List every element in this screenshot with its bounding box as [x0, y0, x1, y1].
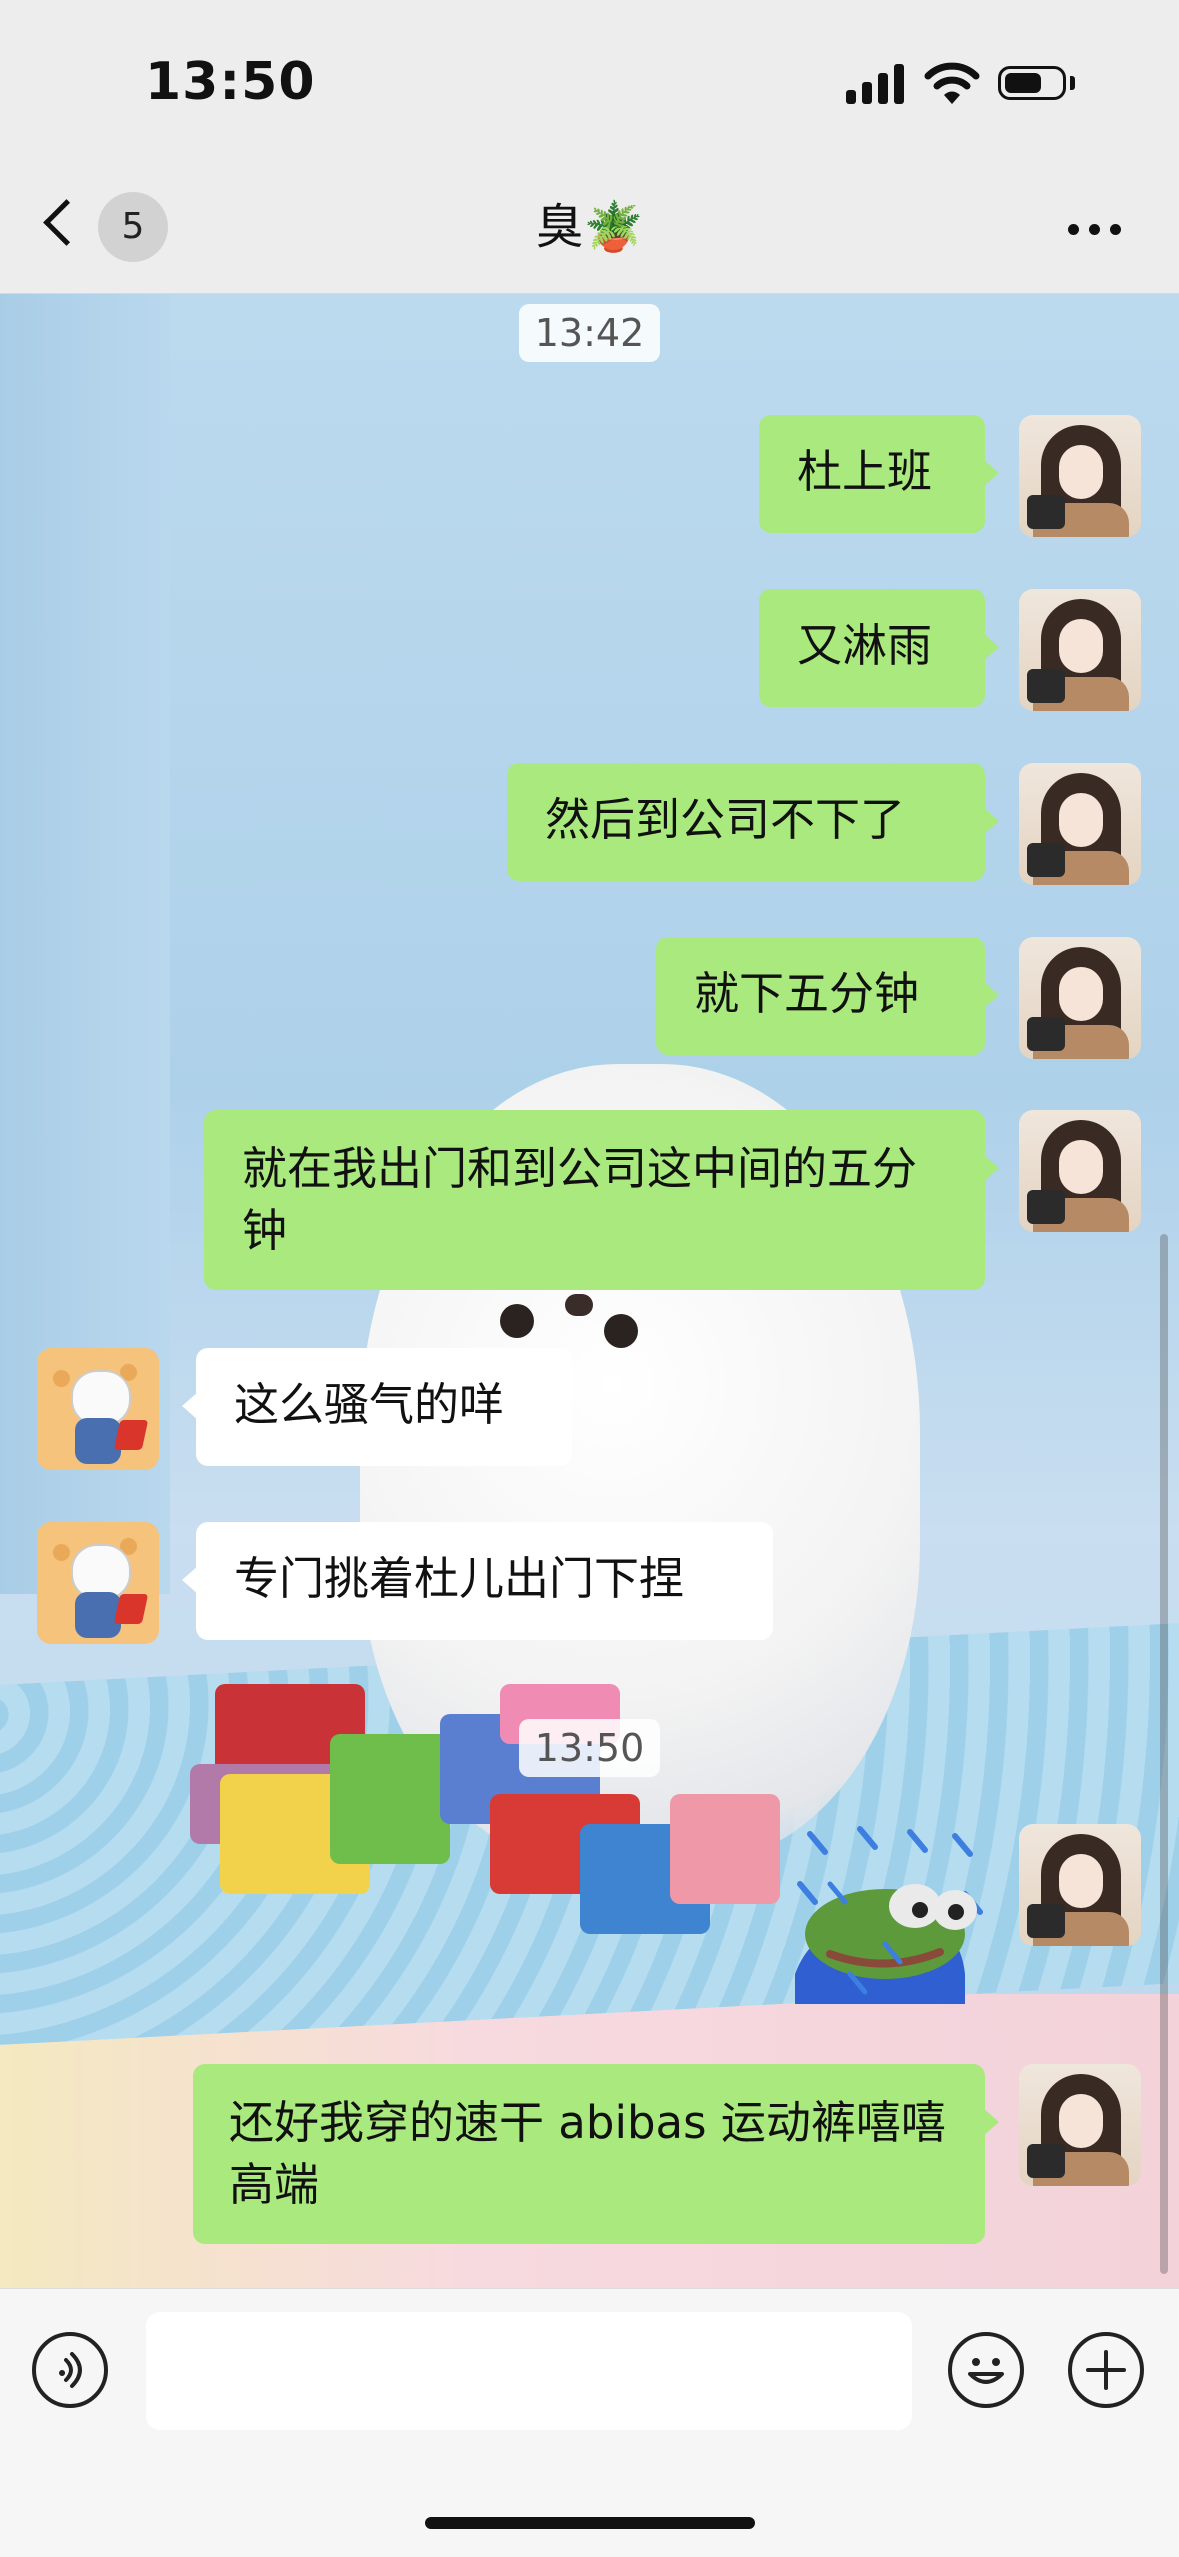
- outgoing-message-bubble[interactable]: 就下五分钟: [656, 937, 999, 1055]
- status-bar: 13:50: [0, 0, 1179, 170]
- wifi-icon: [924, 62, 980, 104]
- chat-message-list[interactable]: 13:42 杜上班 又淋雨 然后到公司不下了 就下五分钟 就在我出门和到公司这中…: [0, 294, 1179, 2288]
- plus-icon: [1086, 2350, 1126, 2390]
- outgoing-message-bubble[interactable]: 又淋雨: [759, 589, 999, 707]
- contact-avatar[interactable]: [37, 1348, 159, 1470]
- battery-icon: [998, 66, 1066, 100]
- wallpaper-dog-eye: [500, 1304, 534, 1338]
- outgoing-message-bubble[interactable]: 就在我出门和到公司这中间的五分钟: [204, 1110, 999, 1290]
- wallpaper-brick: [670, 1794, 780, 1904]
- voice-icon: [59, 2352, 82, 2388]
- cellular-signal-icon: [846, 62, 906, 104]
- message-timestamp: 13:50: [0, 1719, 1179, 1777]
- more-dots-icon: [1068, 224, 1079, 235]
- more-button[interactable]: [1060, 210, 1130, 250]
- outgoing-message-bubble[interactable]: 然后到公司不下了: [507, 763, 999, 881]
- incoming-message-bubble[interactable]: 专门挑着杜儿出门下捏: [182, 1522, 773, 1640]
- my-avatar[interactable]: [1019, 589, 1141, 711]
- my-avatar[interactable]: [1019, 937, 1141, 1059]
- my-avatar[interactable]: [1019, 2064, 1141, 2186]
- contact-avatar[interactable]: [37, 1522, 159, 1644]
- incoming-message-bubble[interactable]: 这么骚气的咩: [182, 1348, 572, 1466]
- emoji-button[interactable]: [948, 2332, 1024, 2408]
- outgoing-message-bubble[interactable]: 杜上班: [759, 415, 999, 533]
- scrollbar[interactable]: [1160, 1234, 1168, 2274]
- my-avatar[interactable]: [1019, 763, 1141, 885]
- home-indicator[interactable]: [425, 2517, 755, 2529]
- voice-input-button[interactable]: [32, 2332, 108, 2408]
- my-avatar[interactable]: [1019, 1110, 1141, 1232]
- more-actions-button[interactable]: [1068, 2332, 1144, 2408]
- message-input[interactable]: [146, 2312, 912, 2430]
- status-time: 13:50: [145, 52, 316, 112]
- message-timestamp: 13:42: [0, 304, 1179, 362]
- crying-frog-sticker[interactable]: [790, 1824, 990, 2009]
- outgoing-message-bubble[interactable]: 还好我穿的速干 abibas 运动裤嘻嘻 高端: [193, 2064, 999, 2244]
- chat-title[interactable]: 臭🪴: [0, 195, 1179, 259]
- my-avatar[interactable]: [1019, 1824, 1141, 1946]
- emoji-icon: [968, 2358, 1004, 2384]
- wallpaper-dog-eye: [604, 1314, 638, 1348]
- chat-header: 5 臭🪴: [0, 170, 1179, 294]
- message-input-bar: [0, 2288, 1179, 2557]
- wallpaper-dog-nose: [565, 1294, 593, 1316]
- my-avatar[interactable]: [1019, 415, 1141, 537]
- battery-cap: [1070, 76, 1075, 90]
